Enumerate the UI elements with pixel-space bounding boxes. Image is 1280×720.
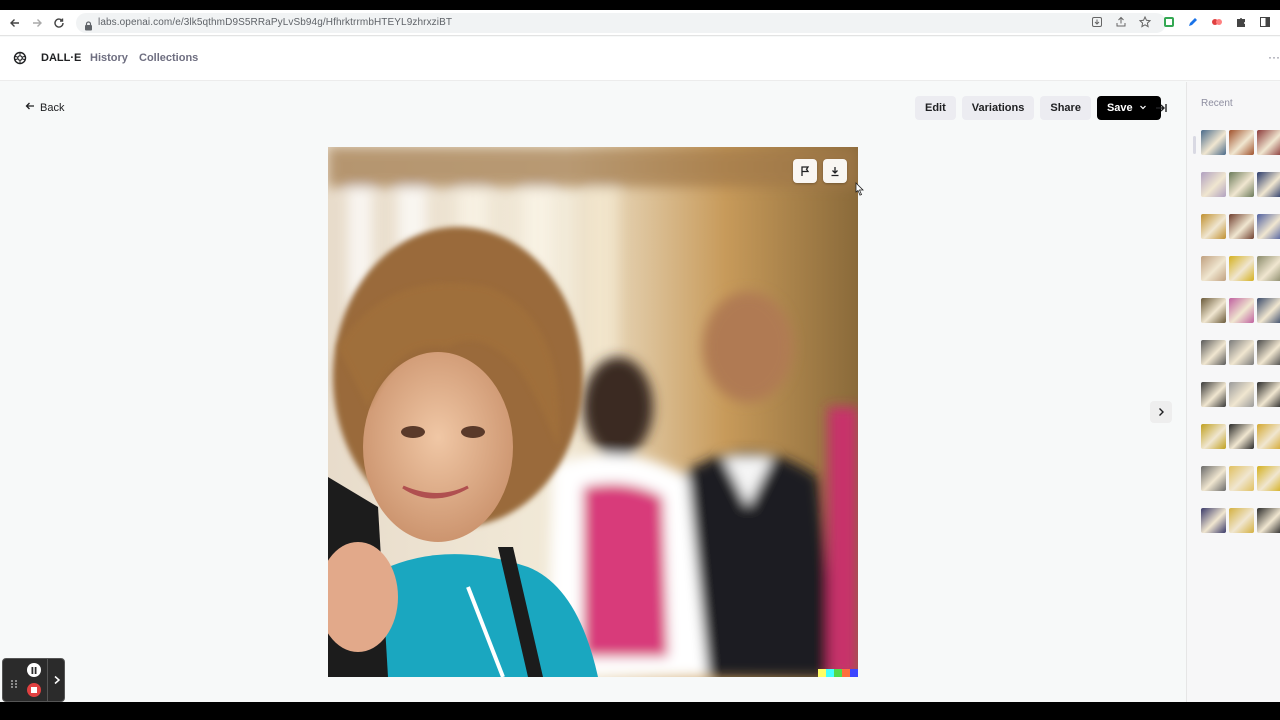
edit-button[interactable]: Edit — [915, 96, 956, 120]
recent-thumbnail[interactable] — [1201, 130, 1226, 155]
recent-thumbnail[interactable] — [1257, 298, 1280, 323]
recent-thumbnails — [1201, 130, 1280, 533]
mouse-cursor-icon — [855, 182, 865, 201]
nav-history[interactable]: History — [90, 52, 128, 64]
recent-thumbnail[interactable] — [1257, 340, 1280, 365]
recent-thumbnail[interactable] — [1229, 340, 1254, 365]
pause-icon[interactable] — [27, 663, 41, 677]
stop-icon[interactable] — [27, 683, 41, 697]
browser-toolbar: labs.openai.com/e/3lk5qthmD9S5RRaPyLvSb9… — [0, 10, 1280, 36]
sidebar-scrollbar[interactable] — [1193, 136, 1196, 154]
recent-thumbnail[interactable] — [1229, 256, 1254, 281]
brand-name[interactable]: DALL·E — [41, 52, 81, 64]
share-page-icon[interactable] — [1114, 15, 1128, 29]
save-button[interactable]: Save — [1096, 96, 1161, 120]
install-app-icon[interactable] — [1090, 15, 1104, 29]
recent-thumbnail[interactable] — [1201, 214, 1226, 239]
chevron-down-icon — [1139, 102, 1147, 114]
url-text: labs.openai.com/e/3lk5qthmD9S5RRaPyLvSb9… — [98, 17, 453, 28]
watermark-swatch — [826, 669, 834, 677]
screen: labs.openai.com/e/3lk5qthmD9S5RRaPyLvSb9… — [0, 0, 1280, 720]
lock-icon — [84, 18, 93, 36]
back-link[interactable]: Back — [25, 101, 64, 114]
arrow-left-icon — [25, 101, 35, 114]
extension-green-icon[interactable] — [1162, 15, 1176, 29]
recent-thumbnail[interactable] — [1257, 214, 1280, 239]
image-actions: Edit Variations Share Save — [915, 96, 1161, 120]
recent-thumbnail[interactable] — [1257, 382, 1280, 407]
recent-thumbnail[interactable] — [1229, 508, 1254, 533]
watermark-swatch — [818, 669, 826, 677]
recent-title: Recent — [1201, 98, 1233, 109]
recent-thumbnail[interactable] — [1257, 172, 1280, 197]
recent-thumbnail[interactable] — [1257, 508, 1280, 533]
browser-forward-icon[interactable] — [29, 15, 45, 31]
nav-collections[interactable]: Collections — [139, 52, 198, 64]
recent-thumbnail[interactable] — [1201, 172, 1226, 197]
drag-handle-icon[interactable] — [10, 676, 18, 694]
recent-thumbnail[interactable] — [1257, 130, 1280, 155]
generated-image[interactable] — [328, 147, 858, 677]
recent-thumbnail[interactable] — [1229, 172, 1254, 197]
recent-thumbnail[interactable] — [1201, 256, 1226, 281]
recent-thumbnail[interactable] — [1229, 466, 1254, 491]
recent-thumbnail[interactable] — [1229, 298, 1254, 323]
share-button[interactable]: Share — [1040, 96, 1091, 120]
bottom-black-bar — [0, 702, 1280, 720]
openai-logo-icon[interactable] — [13, 51, 27, 70]
watermark-swatch — [850, 669, 858, 677]
app-header: DALL·E History Collections ··· — [0, 37, 1280, 81]
watermark-swatch — [834, 669, 842, 677]
recent-thumbnail[interactable] — [1201, 382, 1226, 407]
extension-icons — [1090, 15, 1272, 29]
bookmark-star-icon[interactable] — [1138, 15, 1152, 29]
watermark-swatch — [842, 669, 850, 677]
variations-button[interactable]: Variations — [961, 96, 1035, 120]
recent-thumbnail[interactable] — [1201, 424, 1226, 449]
address-bar[interactable]: labs.openai.com/e/3lk5qthmD9S5RRaPyLvSb9… — [76, 13, 1166, 33]
recent-thumbnail[interactable] — [1201, 508, 1226, 533]
next-image-button[interactable] — [1150, 401, 1172, 423]
save-label: Save — [1106, 102, 1133, 114]
report-flag-button[interactable] — [793, 159, 817, 183]
top-black-bar — [0, 0, 1280, 10]
recent-thumbnail[interactable] — [1257, 424, 1280, 449]
recent-thumbnail[interactable] — [1257, 466, 1280, 491]
recent-thumbnail[interactable] — [1257, 256, 1280, 281]
browser-back-icon[interactable] — [7, 15, 23, 31]
collapse-sidebar-icon[interactable] — [1153, 100, 1169, 116]
download-button[interactable] — [823, 159, 847, 183]
browser-reload-icon[interactable] — [51, 15, 67, 31]
extension-record-icon[interactable] — [1210, 15, 1224, 29]
dalle-watermark — [818, 669, 858, 677]
chevron-right-icon[interactable] — [47, 659, 66, 701]
recent-thumbnail[interactable] — [1229, 130, 1254, 155]
recent-sidebar: Recent — [1186, 82, 1280, 702]
side-panel-icon[interactable] — [1258, 15, 1272, 29]
recent-thumbnail[interactable] — [1229, 424, 1254, 449]
back-label: Back — [40, 101, 65, 114]
extensions-puzzle-icon[interactable] — [1234, 15, 1248, 29]
more-menu-icon[interactable]: ··· — [1268, 50, 1280, 64]
recent-thumbnail[interactable] — [1201, 340, 1226, 365]
recent-thumbnail[interactable] — [1201, 298, 1226, 323]
recent-thumbnail[interactable] — [1229, 382, 1254, 407]
extension-pen-icon[interactable] — [1186, 15, 1200, 29]
screen-recorder-widget — [2, 658, 65, 702]
photo-illustration — [328, 147, 858, 677]
recent-thumbnail[interactable] — [1201, 466, 1226, 491]
recent-thumbnail[interactable] — [1229, 214, 1254, 239]
